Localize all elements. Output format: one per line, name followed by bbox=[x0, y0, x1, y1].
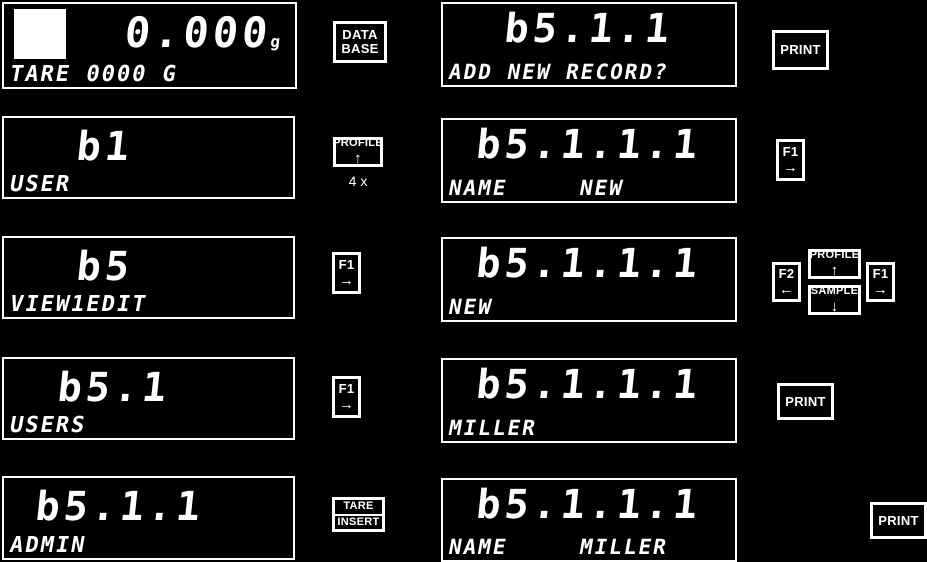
diagram-canvas: 0.000g TARE 0000 G DATA BASE b5.1.1 ADD … bbox=[0, 0, 927, 562]
key-repeat-caption: 4 x bbox=[348, 173, 368, 189]
key-label-line-1: SAMPLE bbox=[810, 285, 859, 298]
display-main-value: b5.1.1.1 bbox=[474, 362, 704, 408]
arrow-right-icon: → bbox=[338, 271, 355, 289]
display-row3-left: b5 VIEW1EDIT bbox=[2, 236, 295, 319]
display-row2-right: b5.1.1.1 NAME NEW bbox=[441, 118, 737, 203]
arrow-down-icon: ↓ bbox=[830, 297, 839, 315]
display-main-value: b5.1.1 bbox=[32, 484, 207, 530]
display-status-left: MILLER bbox=[446, 416, 539, 440]
key-label-line-2: INSERT bbox=[337, 515, 380, 528]
key-profile-up[interactable]: PROFILE ↑ bbox=[333, 137, 383, 167]
display-status-left: NAME bbox=[446, 176, 510, 200]
display-main-value: b5.1.1.1 bbox=[474, 122, 704, 168]
display-main-value: b5.1.1 bbox=[502, 6, 676, 52]
key-label-line-1: TARE bbox=[343, 499, 374, 512]
display-row5-left: b5.1.1 ADMIN bbox=[2, 476, 295, 560]
key-f1-right-nav[interactable]: F1 → bbox=[866, 262, 895, 302]
display-main-value: b5.1.1.1 bbox=[474, 241, 704, 287]
key-label-line-1: F1 bbox=[338, 257, 355, 273]
display-row5-right: b5.1.1.1 NAME MILLER bbox=[441, 478, 737, 562]
display-main-value: b1 bbox=[74, 124, 136, 170]
display-main-value: b5 bbox=[74, 244, 136, 290]
key-f1-row3[interactable]: F1 → bbox=[332, 252, 361, 294]
display-status-right: MILLER bbox=[578, 535, 671, 559]
key-label-line-1: PRINT bbox=[780, 42, 821, 58]
display-status-left: USERS bbox=[7, 413, 89, 438]
arrow-right-icon: → bbox=[782, 158, 799, 176]
display-main-value: b5.1 bbox=[55, 365, 173, 411]
key-tare-insert[interactable]: TARE INSERT bbox=[332, 497, 385, 532]
key-database[interactable]: DATA BASE bbox=[333, 21, 387, 63]
key-label-line-1: F1 bbox=[338, 381, 355, 397]
display-row1-left: 0.000g TARE 0000 G bbox=[2, 2, 297, 89]
display-status-left: NAME bbox=[446, 535, 510, 559]
display-status-left: USER bbox=[7, 172, 74, 197]
key-label-line-1: F1 bbox=[872, 266, 889, 282]
display-row4-left: b5.1 USERS bbox=[2, 357, 295, 440]
display-main-value: b5.1.1.1 bbox=[474, 482, 704, 528]
key-f1-row2[interactable]: F1 → bbox=[776, 139, 805, 181]
arrow-left-icon: ← bbox=[778, 280, 795, 298]
tare-square-indicator bbox=[14, 9, 66, 59]
key-print-row4[interactable]: PRINT bbox=[777, 383, 834, 420]
key-sample-down-nav[interactable]: SAMPLE ↓ bbox=[808, 285, 861, 315]
arrow-up-icon: ↑ bbox=[830, 261, 839, 279]
key-label-line-1: PRINT bbox=[785, 393, 826, 409]
key-f2-left[interactable]: F2 ← bbox=[772, 262, 801, 302]
key-label-line-1: DATA bbox=[342, 27, 378, 43]
arrow-right-icon: → bbox=[338, 395, 355, 413]
key-label-line-2: BASE bbox=[341, 41, 379, 56]
key-label-line-1: PROFILE bbox=[333, 137, 383, 150]
key-label-line-1: F2 bbox=[778, 266, 795, 282]
arrow-right-icon: → bbox=[872, 280, 889, 298]
display-main-value: 0.000g bbox=[122, 8, 282, 57]
display-row1-right: b5.1.1 ADD NEW RECORD? bbox=[441, 2, 737, 87]
display-unit: g bbox=[269, 32, 282, 51]
display-status-left: ADMIN bbox=[7, 533, 89, 558]
key-label-line-1: F1 bbox=[782, 144, 799, 160]
display-status-left: ADD NEW RECORD? bbox=[446, 60, 671, 84]
key-profile-up-nav[interactable]: PROFILE ↑ bbox=[808, 249, 861, 279]
display-row2-left: b1 USER bbox=[2, 116, 295, 199]
key-label-line-1: PRINT bbox=[878, 512, 919, 528]
display-status-right: NEW bbox=[578, 176, 627, 200]
display-status-left: NEW bbox=[446, 295, 496, 319]
key-print-row1[interactable]: PRINT bbox=[772, 30, 829, 70]
display-status-left: VIEW1EDIT bbox=[7, 292, 150, 317]
display-row3-right: b5.1.1.1 NEW bbox=[441, 237, 737, 322]
display-row4-right: b5.1.1.1 MILLER bbox=[441, 358, 737, 443]
display-status-left: TARE 0000 G bbox=[7, 62, 180, 87]
arrow-up-icon: ↑ bbox=[354, 149, 362, 167]
key-label-line-1: PROFILE bbox=[809, 249, 860, 262]
key-f1-row4[interactable]: F1 → bbox=[332, 376, 361, 418]
key-print-row5[interactable]: PRINT bbox=[870, 502, 927, 539]
